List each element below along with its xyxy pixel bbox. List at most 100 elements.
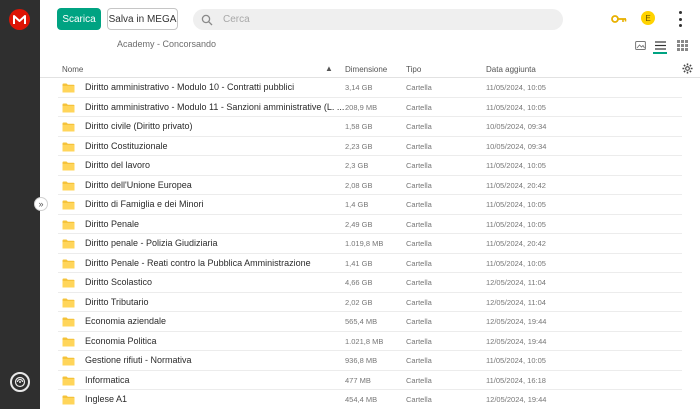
table-row[interactable]: Diritto Costituzionale 2,23 GB Cartella 10/…: [58, 137, 682, 156]
file-type: Cartella: [406, 161, 432, 170]
file-size: 2,08 GB: [345, 180, 373, 190]
date-added: 11/05/2024, 10:05: [486, 83, 546, 92]
date-added: 10/05/2024, 09:34: [486, 122, 547, 131]
download-button[interactable]: Scarica: [57, 8, 101, 30]
table-row[interactable]: Economia Politica 1.021,8 MB Cartella 12/05…: [58, 332, 682, 351]
table-row[interactable]: Diritto civile (Diritto privato) 1,58 GB C…: [58, 117, 682, 137]
date-added: 11/05/2024, 10:05: [486, 161, 546, 170]
folder-icon: [62, 142, 75, 151]
table-row[interactable]: Diritto amministrativo - Modulo 11 - San…: [58, 98, 682, 117]
table-row[interactable]: Diritto dell'Unione Europea 2,08 GB Cartel…: [58, 176, 682, 195]
folder-icon: [62, 122, 75, 132]
table-row[interactable]: Diritto amministrativo - Modulo 10 - Con…: [58, 78, 682, 98]
folder-icon: [62, 220, 75, 229]
file-type: Cartella: [406, 258, 432, 268]
file-type: Cartella: [406, 83, 432, 92]
search-bar[interactable]: [193, 9, 563, 30]
table-row[interactable]: Informatica 477 MB Cartella 11/05/2024, 16:…: [58, 371, 682, 390]
transfer-manager-icon[interactable]: [10, 372, 30, 392]
file-size: 454,4 MB: [345, 395, 378, 404]
file-type: Cartella: [406, 180, 432, 190]
date-added: 11/05/2024, 10:05: [486, 102, 546, 112]
folder-icon: [62, 259, 75, 268]
folder-icon: [62, 103, 75, 112]
file-type: Cartella: [406, 102, 432, 112]
top-bar: Scarica Salva in MEGA E: [40, 0, 700, 38]
mega-logo-icon[interactable]: [9, 9, 30, 30]
file-size: 1,41 GB: [345, 258, 373, 268]
file-name: Diritto di Famiglia e dei Minori: [85, 199, 204, 209]
folder-icon: [62, 161, 75, 171]
save-to-mega-button[interactable]: Salva in MEGA: [107, 8, 178, 30]
date-added: 11/05/2024, 20:42: [486, 180, 546, 190]
folder-icon: [62, 356, 75, 366]
table-row[interactable]: Diritto Tributario 2,02 GB Cartella 12/05/2…: [58, 293, 682, 312]
file-type: Cartella: [406, 317, 432, 326]
file-name: Diritto Penale - Reati contro la Pubblic…: [85, 257, 311, 268]
more-options-icon[interactable]: [676, 11, 684, 27]
file-type: Cartella: [406, 395, 432, 404]
sidebar-expand-icon[interactable]: »: [34, 197, 48, 211]
file-size: 1,58 GB: [345, 122, 373, 131]
table-row[interactable]: Diritto Penale 2,49 GB Cartella 11/05/2024,…: [58, 215, 682, 234]
table-row[interactable]: Gestione rifiuti - Normativa 936,8 MB Cart…: [58, 351, 682, 371]
folder-icon: [62, 298, 75, 307]
file-size: 2,02 GB: [345, 297, 373, 307]
file-name: Economia Politica: [85, 335, 157, 346]
file-size: 1.021,8 MB: [345, 336, 384, 346]
folder-icon: [62, 376, 75, 385]
table-row[interactable]: Diritto di Famiglia e dei Minori 1,4 GB Ca…: [58, 195, 682, 215]
file-size: 936,8 MB: [345, 356, 378, 365]
folder-icon: [62, 83, 75, 93]
folder-icon: [62, 239, 75, 249]
file-type: Cartella: [406, 122, 432, 131]
file-size: 208,9 MB: [345, 102, 378, 112]
key-icon[interactable]: [611, 13, 627, 25]
folder-icon: [62, 337, 75, 346]
file-size: 1.019,8 MB: [345, 239, 384, 248]
date-added: 11/05/2024, 10:05: [486, 258, 546, 268]
file-name: Diritto Tributario: [85, 296, 149, 307]
column-header-name[interactable]: Nome: [62, 65, 83, 74]
file-size: 4,66 GB: [345, 278, 373, 287]
date-added: 12/05/2024, 11:04: [486, 278, 546, 287]
file-size: 565,4 MB: [345, 317, 378, 326]
table-row[interactable]: Diritto penale - Polizia Giudiziaria 1.01…: [58, 234, 682, 254]
file-name: Economia aziendale: [85, 316, 167, 326]
file-name: Diritto Scolastico: [85, 277, 153, 287]
date-added: 10/05/2024, 09:34: [486, 141, 547, 151]
avatar[interactable]: E: [641, 11, 655, 25]
file-name: Diritto dell'Unione Europea: [85, 179, 192, 190]
file-size: 1,4 GB: [345, 200, 369, 209]
folder-icon: [62, 200, 75, 210]
search-input[interactable]: [223, 14, 523, 25]
column-header-type[interactable]: Tipo: [406, 65, 421, 74]
file-name: Diritto Penale: [85, 218, 140, 229]
date-added: 11/05/2024, 10:05: [486, 356, 546, 365]
table-row[interactable]: Diritto Penale - Reati contro la Pubblic…: [58, 254, 682, 273]
date-added: 12/05/2024, 11:04: [486, 297, 546, 307]
list-view-icon[interactable]: [653, 38, 667, 54]
table-row[interactable]: Diritto del lavoro 2,3 GB Cartella 11/05/20…: [58, 156, 682, 176]
grid-view-icon[interactable]: [675, 38, 689, 52]
file-size: 2,3 GB: [345, 161, 369, 170]
file-type: Cartella: [406, 336, 432, 346]
sort-ascending-icon[interactable]: ▲: [325, 64, 333, 73]
table-row[interactable]: Inglese A1 454,4 MB Cartella 12/05/2024, 19…: [58, 390, 682, 409]
thumbnail-view-icon[interactable]: [633, 38, 647, 52]
file-name: Diritto civile (Diritto privato): [85, 121, 193, 131]
column-header-date[interactable]: Data aggiunta: [486, 65, 536, 74]
file-name: Diritto amministrativo - Modulo 10 - Con…: [85, 82, 295, 92]
table-row[interactable]: Diritto Scolastico 4,66 GB Cartella 12/05/2…: [58, 273, 682, 293]
file-name: Diritto penale - Polizia Giudiziaria: [85, 238, 218, 248]
column-header-size[interactable]: Dimensione: [345, 65, 387, 74]
table-row[interactable]: Economia aziendale 565,4 MB Cartella 12/05/…: [58, 312, 682, 332]
folder-icon: [62, 317, 75, 327]
folder-icon: [62, 278, 75, 288]
folder-icon: [62, 181, 75, 190]
date-added: 11/05/2024, 10:05: [486, 200, 546, 209]
search-icon: [201, 14, 213, 25]
column-settings-gear-icon[interactable]: [682, 63, 693, 74]
file-name: Diritto amministrativo - Modulo 11 - San…: [85, 101, 345, 112]
date-added: 12/05/2024, 19:44: [486, 395, 547, 404]
